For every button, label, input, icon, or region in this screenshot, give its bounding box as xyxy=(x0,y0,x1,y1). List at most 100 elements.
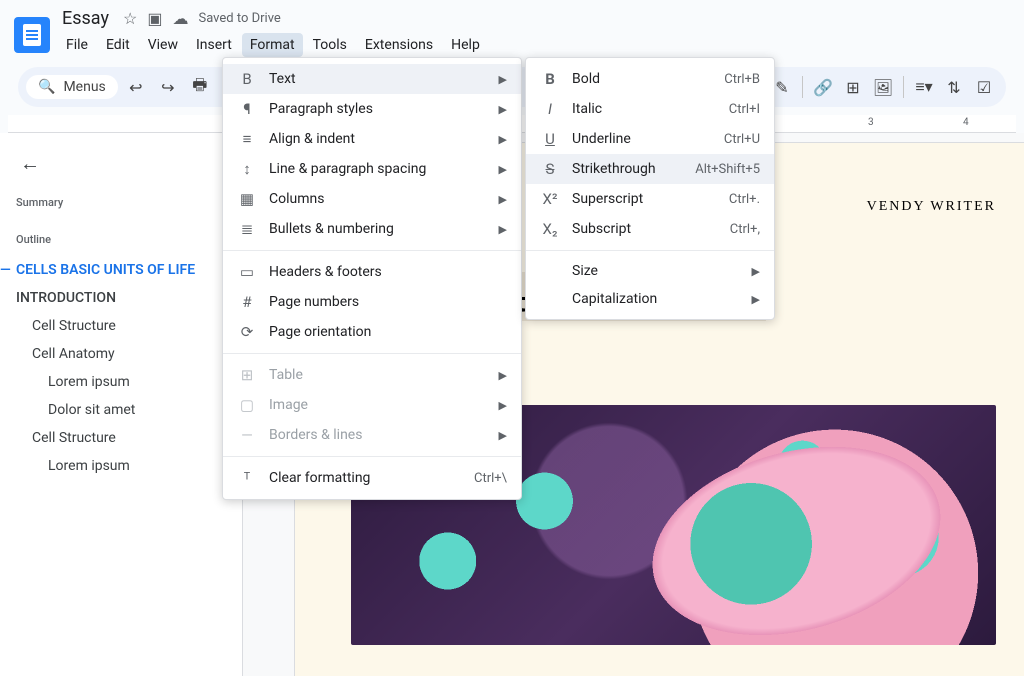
outline-list: CELLS BASIC UNITS OF LIFE INTRODUCTION C… xyxy=(16,256,217,480)
menu-item-shortcut: Ctrl+\ xyxy=(474,471,507,486)
menu-file[interactable]: File xyxy=(58,33,96,57)
menu-edit[interactable]: Edit xyxy=(98,33,138,57)
outline-item[interactable]: Cell Structure xyxy=(16,424,217,452)
outline-sidebar: ← Summary Outline CELLS BASIC UNITS OF L… xyxy=(0,133,225,676)
menu-extensions[interactable]: Extensions xyxy=(357,33,441,57)
bullets-numbering-icon: ≣ xyxy=(237,220,257,238)
docs-logo[interactable] xyxy=(14,17,50,53)
cloud-icon[interactable]: ☁ xyxy=(172,9,188,28)
ruler-mark: 3 xyxy=(868,117,874,128)
add-comment-button[interactable]: ⊞ xyxy=(839,73,867,101)
text-item-capitalization[interactable]: Capitalization ▶ xyxy=(526,285,774,313)
subscript-icon: X₂ xyxy=(540,220,560,238)
strikethrough-icon: S xyxy=(540,160,560,178)
menu-tools[interactable]: Tools xyxy=(305,33,355,57)
menu-item-label: Paragraph styles xyxy=(269,101,487,117)
menu-item-label: Bold xyxy=(572,71,712,87)
underline-icon: U xyxy=(540,130,560,148)
format-item-page-orientation[interactable]: ⟳ Page orientation xyxy=(223,317,521,347)
menu-item-label: Image xyxy=(269,397,487,413)
borders-lines-icon: — xyxy=(237,426,257,444)
print-button[interactable]: 🖶 xyxy=(186,73,214,101)
columns-icon: ▦ xyxy=(237,190,257,208)
outline-item[interactable]: Cell Anatomy xyxy=(16,340,217,368)
table-icon: ⊞ xyxy=(237,366,257,384)
format-item-bullets-numbering[interactable]: ≣Bullets & numbering▶ xyxy=(223,214,521,244)
insert-image-button[interactable]: 🖼 xyxy=(869,73,897,101)
outline-item[interactable]: INTRODUCTION xyxy=(16,284,217,312)
checklist-button[interactable]: ☑ xyxy=(970,73,998,101)
page-orientation-icon: ⟳ xyxy=(237,323,257,341)
text-item-superscript[interactable]: X²SuperscriptCtrl+. xyxy=(526,184,774,214)
format-item-image: ▢Image▶ xyxy=(223,390,521,420)
search-chip-label: Menus xyxy=(63,79,105,95)
menu-item-label: Page numbers xyxy=(269,294,507,310)
move-icon[interactable]: ▣ xyxy=(147,9,162,28)
text-item-bold[interactable]: B Bold Ctrl+B xyxy=(526,64,774,94)
menu-view[interactable]: View xyxy=(140,33,186,57)
headers-footers-icon: ▭ xyxy=(237,263,257,281)
text-item-size[interactable]: Size▶ xyxy=(526,257,774,285)
back-arrow-icon[interactable]: ← xyxy=(16,145,217,190)
menu-item-label: Size xyxy=(572,263,740,279)
align-button[interactable]: ≡▾ xyxy=(910,73,938,101)
format-item-text[interactable]: B Text ▶ xyxy=(223,64,521,94)
search-icon: 🔍 xyxy=(38,79,55,95)
outline-item[interactable]: Dolor sit amet xyxy=(16,396,217,424)
format-item-align-indent[interactable]: ≡Align & indent▶ xyxy=(223,124,521,154)
format-item-headers-footers[interactable]: ▭ Headers & footers xyxy=(223,257,521,287)
outline-item[interactable]: Cell Structure xyxy=(16,312,217,340)
menu-item-shortcut: Ctrl+B xyxy=(724,72,760,87)
submenu-arrow-icon: ▶ xyxy=(499,193,507,206)
menu-help[interactable]: Help xyxy=(443,33,488,57)
format-item-clear-formatting[interactable]: ᵀClear formattingCtrl+\ xyxy=(223,463,521,493)
text-item-italic[interactable]: IItalicCtrl+I xyxy=(526,94,774,124)
submenu-arrow-icon: ▶ xyxy=(499,73,507,86)
text-item-underline[interactable]: UUnderlineCtrl+U xyxy=(526,124,774,154)
superscript-icon: X² xyxy=(540,190,560,208)
menu-item-label: Capitalization xyxy=(572,291,740,307)
menu-item-label: Columns xyxy=(269,191,487,207)
clear-formatting-icon: ᵀ xyxy=(237,469,257,487)
text-submenu: B Bold Ctrl+B IItalicCtrl+IUUnderlineCtrl+U… xyxy=(525,57,775,320)
outline-item[interactable]: CELLS BASIC UNITS OF LIFE xyxy=(16,256,217,284)
menu-item-shortcut: Ctrl+I xyxy=(729,102,760,117)
submenu-arrow-icon: ▶ xyxy=(499,429,507,442)
text-item-subscript[interactable]: X₂SubscriptCtrl+, xyxy=(526,214,774,244)
titlebar: Essay ☆ ▣ ☁ Saved to Drive File Edit Vie… xyxy=(8,6,1016,63)
undo-button[interactable]: ↩ xyxy=(122,73,150,101)
text-icon: B xyxy=(237,70,257,88)
format-item-line-paragraph-spacing[interactable]: ↕Line & paragraph spacing▶ xyxy=(223,154,521,184)
document-title[interactable]: Essay xyxy=(58,8,113,29)
menu-item-label: Borders & lines xyxy=(269,427,487,443)
outline-item[interactable]: Lorem ipsum xyxy=(16,368,217,396)
menu-item-label: Align & indent xyxy=(269,131,487,147)
star-icon[interactable]: ☆ xyxy=(123,9,137,28)
menu-item-label: Text xyxy=(269,71,487,87)
menu-separator xyxy=(223,250,521,251)
divider xyxy=(802,76,803,98)
outline-item[interactable]: Lorem ipsum xyxy=(16,452,217,480)
menu-item-label: Superscript xyxy=(572,191,717,207)
menu-format[interactable]: Format xyxy=(242,33,303,57)
format-item-table: ⊞Table▶ xyxy=(223,360,521,390)
menu-insert[interactable]: Insert xyxy=(188,33,240,57)
menu-item-label: Page orientation xyxy=(269,324,507,340)
text-item-strikethrough[interactable]: SStrikethroughAlt+Shift+5 xyxy=(526,154,774,184)
italic-icon: I xyxy=(540,100,560,118)
bold-icon: B xyxy=(540,70,560,88)
line-spacing-button[interactable]: ⇅ xyxy=(940,73,968,101)
outline-label: Outline xyxy=(16,227,217,256)
format-item-page-numbers[interactable]: #Page numbers xyxy=(223,287,521,317)
search-menus-chip[interactable]: 🔍 Menus xyxy=(26,75,118,99)
format-item-columns[interactable]: ▦ Columns ▶ xyxy=(223,184,521,214)
redo-button[interactable]: ↪ xyxy=(154,73,182,101)
submenu-arrow-icon: ▶ xyxy=(499,399,507,412)
format-item-paragraph-styles[interactable]: ¶Paragraph styles▶ xyxy=(223,94,521,124)
submenu-arrow-icon: ▶ xyxy=(499,223,507,236)
insert-link-button[interactable]: 🔗 xyxy=(809,73,837,101)
menu-item-label: Headers & footers xyxy=(269,264,507,280)
menu-item-label: Subscript xyxy=(572,221,718,237)
submenu-arrow-icon: ▶ xyxy=(752,293,760,306)
submenu-arrow-icon: ▶ xyxy=(499,369,507,382)
